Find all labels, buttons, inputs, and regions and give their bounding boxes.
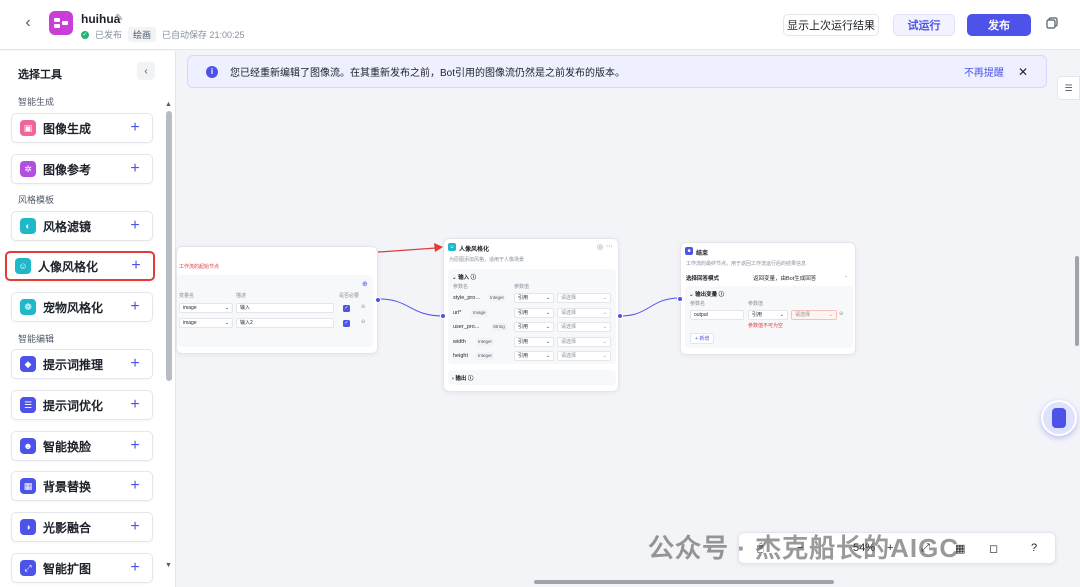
- value-select[interactable]: 请选择 ⌄: [557, 351, 611, 361]
- remove-icon[interactable]: ⊖: [361, 319, 365, 325]
- col-param-name: 参数名: [453, 284, 469, 290]
- value-select[interactable]: 请选择 ⌄: [791, 310, 837, 320]
- col-var-name: 变量名: [179, 293, 195, 299]
- value-select[interactable]: 请选择 ⌄: [557, 337, 611, 347]
- ref-select[interactable]: 引用 ⌄: [514, 293, 554, 303]
- param-name: width: [453, 339, 466, 345]
- node-desc: 工作流的最终节点，用于返回工作流运行后的结果信息: [686, 261, 807, 267]
- start-node-desc: 工作流的起始节点: [179, 264, 220, 270]
- more-icon[interactable]: ⋯: [606, 242, 613, 250]
- node-desc: 为原图添加风格，适用于人像场景: [449, 257, 525, 263]
- ref-select[interactable]: 引用 ⌄: [514, 337, 554, 347]
- var-desc-field[interactable]: 输入: [236, 303, 334, 313]
- assistant-icon: [1052, 408, 1066, 428]
- output-port[interactable]: [617, 313, 623, 319]
- canvas-vertical-scrollbar[interactable]: [1075, 256, 1079, 346]
- var-name-field[interactable]: image ⌄: [179, 303, 233, 313]
- param-type: Integer: [476, 352, 495, 360]
- end-icon: ■: [685, 247, 693, 255]
- required-checkbox[interactable]: ✓: [343, 305, 350, 312]
- output-name-field[interactable]: output: [690, 310, 744, 320]
- assistant-button[interactable]: [1041, 400, 1077, 436]
- output-section-label[interactable]: › 输出 ⓘ: [452, 374, 473, 382]
- required-checkbox[interactable]: ✓: [343, 320, 350, 327]
- output-port[interactable]: [375, 297, 381, 303]
- input-port[interactable]: [677, 296, 683, 302]
- portrait-icon: ☺: [448, 243, 456, 251]
- value-select[interactable]: 请选择 ⌄: [557, 322, 611, 332]
- param-type: Image: [471, 309, 488, 317]
- ref-select[interactable]: 引用 ⌄: [748, 310, 788, 320]
- ref-select[interactable]: 引用 ⌄: [514, 351, 554, 361]
- add-variable-icon[interactable]: ⊕: [362, 280, 368, 288]
- param-name: height: [453, 353, 468, 359]
- ref-select[interactable]: 引用 ⌄: [514, 308, 554, 318]
- remove-icon[interactable]: ⊖: [839, 311, 843, 317]
- var-desc-field[interactable]: 输入2: [236, 318, 334, 328]
- param-type: Integer: [488, 294, 507, 302]
- comment-icon[interactable]: ◻: [989, 542, 998, 555]
- var-name-field[interactable]: image ⌄: [179, 318, 233, 328]
- col-desc: 描述: [236, 293, 247, 299]
- node-title: 结束: [696, 251, 709, 257]
- node-title: 人像风格化: [459, 247, 490, 253]
- chevron-down-icon[interactable]: ⌄: [844, 273, 848, 279]
- answer-mode-label: 选择回答模式: [686, 276, 720, 282]
- canvas-horizontal-scrollbar[interactable]: [534, 580, 834, 584]
- answer-mode-select[interactable]: 返回变量，由Bot生成回答: [753, 274, 816, 282]
- start-node[interactable]: 工作流的起始节点 ⊕ 变量名 描述 是否必要 image ⌄ 输入 ✓ ⊖ ima…: [176, 246, 381, 354]
- param-name: style_pro...: [453, 295, 480, 301]
- end-node[interactable]: ■ 结束 工作流的最终节点，用于返回工作流运行后的结果信息 选择回答模式 返回变…: [677, 242, 856, 355]
- add-output-button[interactable]: + 新增: [690, 333, 715, 344]
- validation-error: 参数值不可为空: [748, 323, 784, 329]
- param-type: String: [491, 323, 507, 331]
- col-param-value: 参数值: [748, 301, 764, 307]
- col-required: 是否必要: [339, 293, 360, 299]
- output-vars-label[interactable]: ⌄ 输出变量 ⓘ: [689, 290, 724, 298]
- remove-icon[interactable]: ⊖: [361, 304, 365, 310]
- value-select[interactable]: 请选择 ⌄: [557, 293, 611, 303]
- input-port[interactable]: [440, 313, 446, 319]
- portrait-stylize-node[interactable]: ☺ 人像风格化 ◎ ⋯ 为原图添加风格，适用于人像场景 ⌄ 输入 ⓘ 参数名 参…: [440, 238, 623, 392]
- help-icon[interactable]: ?: [1031, 542, 1037, 554]
- param-name: user_pro...: [453, 324, 480, 330]
- col-param-name: 参数名: [690, 301, 706, 307]
- ref-select[interactable]: 引用 ⌄: [514, 322, 554, 332]
- watermark-text: 公众号 · 杰克船长的AIGC: [648, 533, 960, 563]
- param-type: Integer: [476, 338, 495, 346]
- value-select[interactable]: 请选择 ⌄: [557, 308, 611, 318]
- param-name: url*: [453, 310, 462, 316]
- run-node-icon[interactable]: ◎: [597, 243, 603, 251]
- col-param-value: 参数值: [514, 284, 530, 290]
- input-section-label[interactable]: ⌄ 输入 ⓘ: [452, 273, 476, 281]
